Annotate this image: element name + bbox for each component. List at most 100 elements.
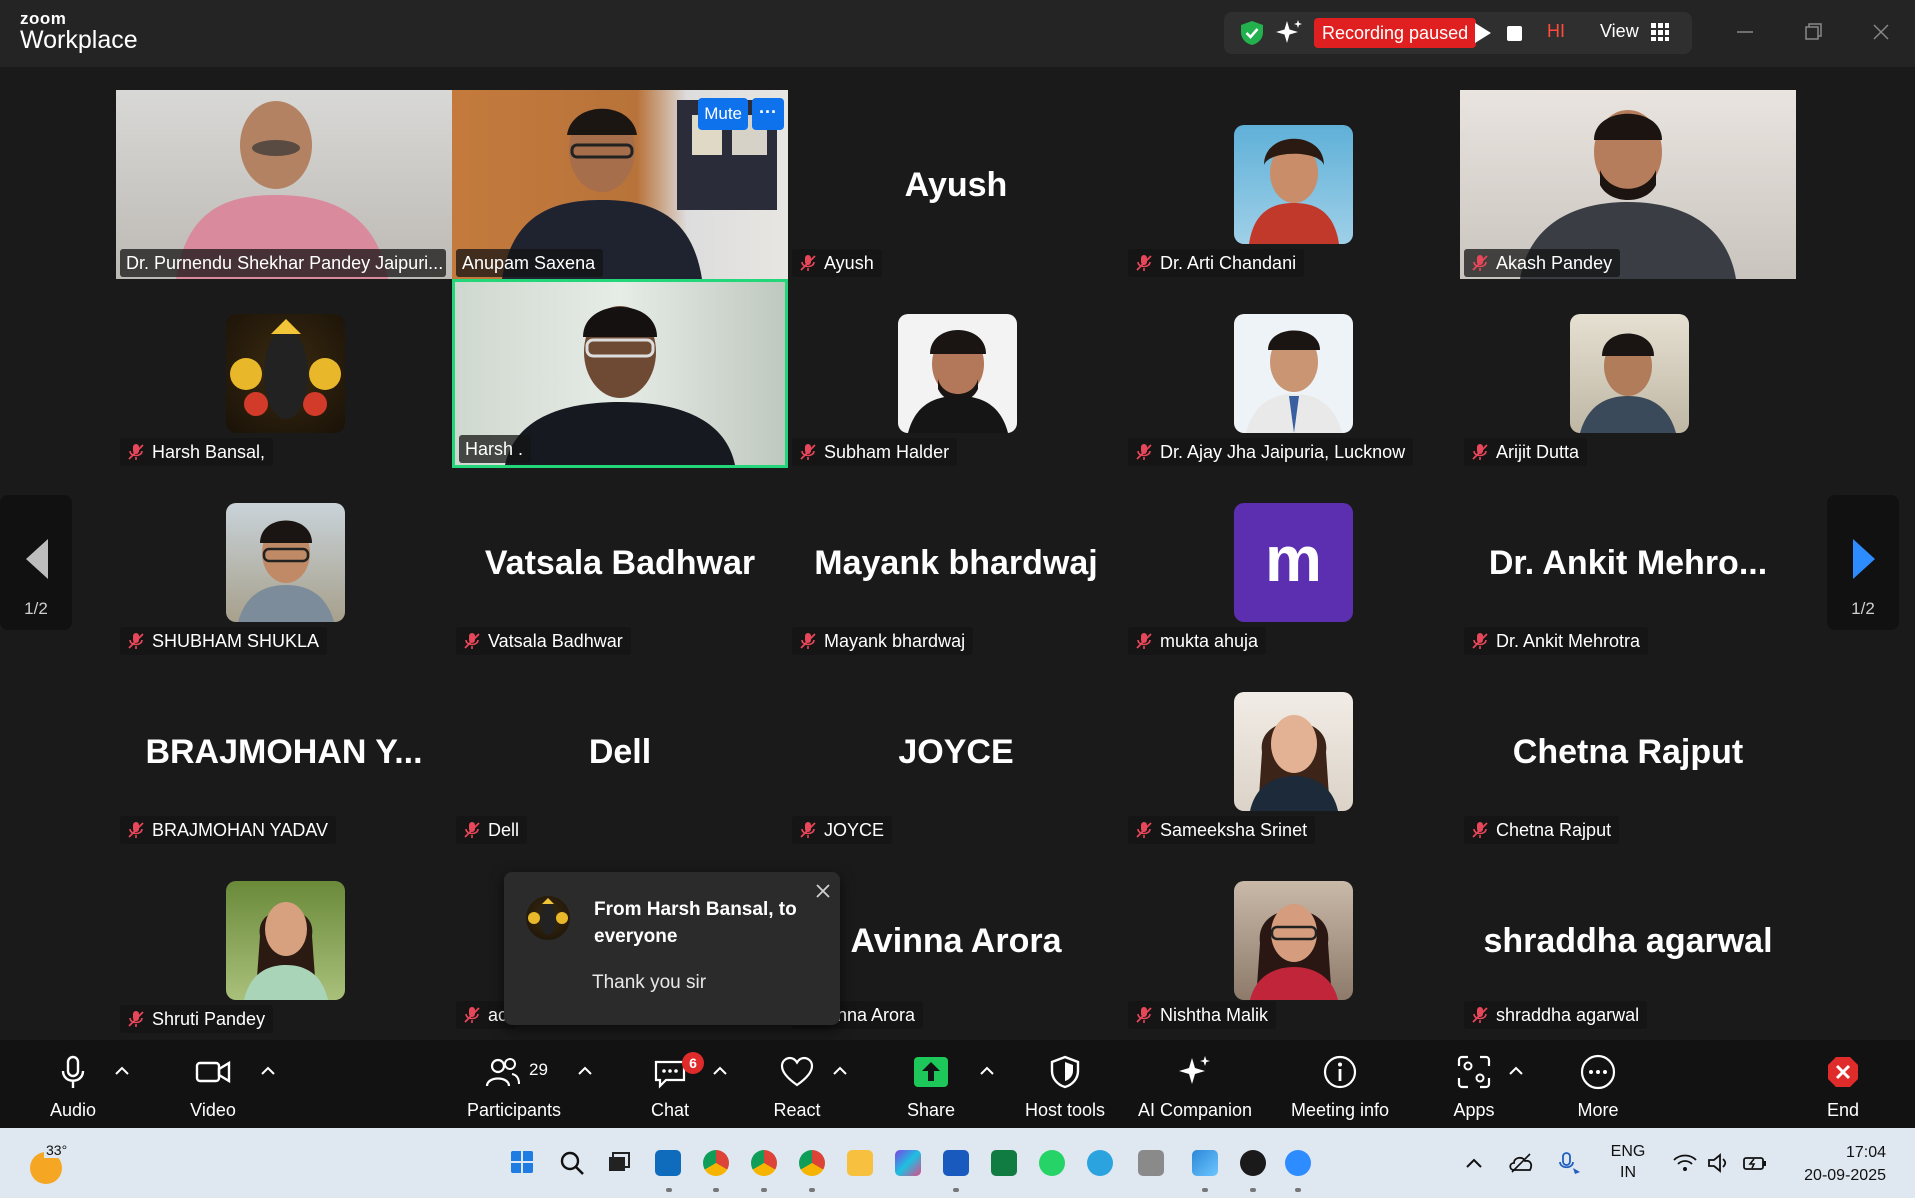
m365-copilot-icon[interactable] bbox=[895, 1150, 921, 1176]
stop-recording-icon[interactable] bbox=[1507, 26, 1522, 41]
participant-avatar bbox=[1234, 314, 1353, 433]
tile-more-button[interactable]: ··· bbox=[752, 98, 784, 130]
muted-mic-icon bbox=[800, 633, 816, 649]
restore-icon[interactable] bbox=[1795, 14, 1831, 50]
microphone-in-use-icon[interactable] bbox=[1556, 1150, 1582, 1176]
resume-recording-icon[interactable] bbox=[1474, 22, 1492, 44]
participant-tile[interactable]: SHUBHAM SHUKLA bbox=[116, 468, 452, 657]
chat-notification-title: From Harsh Bansal, to everyone bbox=[594, 899, 797, 947]
scanner-app-icon[interactable] bbox=[1138, 1150, 1164, 1176]
input-language[interactable]: ENG IN bbox=[1604, 1141, 1652, 1183]
end-meeting-button[interactable]: End bbox=[1788, 1050, 1898, 1122]
page-indicator: 1/2 bbox=[24, 599, 48, 618]
participant-tile[interactable]: Akash Pandey bbox=[1460, 90, 1796, 279]
video-options-chevron-icon[interactable] bbox=[260, 1066, 276, 1076]
chat-options-chevron-icon[interactable] bbox=[712, 1066, 728, 1076]
encryption-shield-icon[interactable] bbox=[1238, 19, 1266, 47]
view-button[interactable]: View bbox=[1600, 21, 1639, 42]
participants-button[interactable]: 29 Participants bbox=[449, 1050, 579, 1122]
chevron-up-icon[interactable] bbox=[1463, 1152, 1485, 1174]
video-button[interactable]: Video bbox=[158, 1050, 268, 1122]
participant-tile[interactable]: JOYCE JOYCE bbox=[788, 657, 1124, 846]
previous-page-button[interactable]: 1/2 bbox=[0, 495, 72, 630]
participant-tile[interactable]: Dr. Purnendu Shekhar Pandey Jaipuri... bbox=[116, 90, 452, 279]
participant-name: Dr. Arti Chandani bbox=[1160, 253, 1297, 273]
participant-tile[interactable]: Dr. Ankit Mehro... Dr. Ankit Mehrotra bbox=[1460, 468, 1796, 657]
hi-indicator[interactable]: HI bbox=[1547, 21, 1565, 42]
participant-name: Dr. Ankit Mehrotra bbox=[1496, 631, 1641, 651]
chrome-profile-2-icon[interactable] bbox=[751, 1150, 777, 1176]
outlook-icon[interactable] bbox=[655, 1150, 681, 1176]
minimize-icon[interactable] bbox=[1727, 14, 1763, 50]
chat-button[interactable]: 6 Chat bbox=[615, 1050, 725, 1122]
share-label: Share bbox=[906, 1100, 956, 1120]
file-explorer-icon[interactable] bbox=[847, 1150, 873, 1176]
participant-tile[interactable]: Mute ··· Anupam Saxena bbox=[452, 90, 788, 279]
battery-charging-icon[interactable] bbox=[1742, 1150, 1768, 1176]
volume-icon[interactable] bbox=[1706, 1150, 1732, 1176]
participant-name: Arijit Dutta bbox=[1496, 442, 1580, 462]
participant-tile[interactable]: shraddha agarwal shraddha agarwal bbox=[1460, 846, 1796, 1029]
participant-tile[interactable]: Harsh Bansal, bbox=[116, 279, 452, 468]
chat-notification-message: Thank you sir bbox=[592, 972, 707, 993]
react-button[interactable]: React bbox=[742, 1050, 852, 1122]
telegram-icon[interactable] bbox=[1087, 1150, 1113, 1176]
participant-tile[interactable]: Subham Halder bbox=[788, 279, 1124, 468]
audio-options-chevron-icon[interactable] bbox=[114, 1066, 130, 1076]
muted-mic-icon bbox=[128, 633, 144, 649]
participant-tile[interactable]: Chetna Rajput Chetna Rajput bbox=[1460, 657, 1796, 846]
grid-view-icon[interactable] bbox=[1650, 22, 1670, 42]
participant-tile[interactable]: BRAJMOHAN Y... BRAJMOHAN YADAV bbox=[116, 657, 452, 846]
host-tools-button[interactable]: Host tools bbox=[1010, 1050, 1120, 1122]
participant-tile[interactable]: m mukta ahuja bbox=[1124, 468, 1460, 657]
system-clock[interactable]: 17:04 20-09-2025 bbox=[1790, 1141, 1886, 1187]
participant-tile[interactable]: Shruti Pandey bbox=[116, 846, 452, 1035]
word-icon[interactable] bbox=[943, 1150, 969, 1176]
react-options-chevron-icon[interactable] bbox=[832, 1066, 848, 1076]
zoom-taskbar-icon[interactable] bbox=[1285, 1150, 1311, 1176]
meeting-info-button[interactable]: Meeting info bbox=[1280, 1050, 1400, 1122]
participant-tile[interactable]: Dr. Ajay Jha Jaipuria, Lucknow bbox=[1124, 279, 1460, 468]
close-icon[interactable] bbox=[814, 882, 832, 900]
mute-participant-button[interactable]: Mute bbox=[698, 98, 748, 130]
audio-button[interactable]: Audio bbox=[18, 1050, 128, 1122]
media-player-icon[interactable] bbox=[1240, 1150, 1266, 1176]
participant-tile[interactable]: Ayush Ayush bbox=[788, 90, 1124, 279]
share-screen-button[interactable]: Share bbox=[876, 1050, 986, 1122]
onedrive-cloud-icon[interactable] bbox=[1508, 1150, 1534, 1176]
share-options-chevron-icon[interactable] bbox=[979, 1066, 995, 1076]
apps-options-chevron-icon[interactable] bbox=[1508, 1066, 1524, 1076]
next-page-button[interactable]: 1/2 bbox=[1827, 495, 1899, 630]
chrome-icon[interactable] bbox=[703, 1150, 729, 1176]
chrome-profile-3-icon[interactable] bbox=[799, 1150, 825, 1176]
windows-start-icon[interactable] bbox=[510, 1150, 534, 1174]
participant-tile[interactable]: Mayank bhardwaj Mayank bhardwaj bbox=[788, 468, 1124, 657]
running-indicator bbox=[1202, 1188, 1208, 1192]
apps-button[interactable]: Apps bbox=[1419, 1050, 1529, 1122]
participant-tile[interactable]: Sameeksha Srinet bbox=[1124, 657, 1460, 846]
ai-companion-button[interactable]: AI Companion bbox=[1125, 1050, 1265, 1122]
meeting-status-bar: Recording paused HI View bbox=[1224, 12, 1692, 54]
weather-widget[interactable]: 33° bbox=[24, 1138, 74, 1188]
active-speaker-tile[interactable]: Harsh . bbox=[452, 279, 788, 468]
participant-tile[interactable]: Dell Dell bbox=[452, 657, 788, 846]
photos-icon[interactable] bbox=[1192, 1150, 1218, 1176]
wifi-icon[interactable] bbox=[1672, 1150, 1698, 1176]
whatsapp-icon[interactable] bbox=[1039, 1150, 1065, 1176]
more-button[interactable]: More bbox=[1543, 1050, 1653, 1122]
participants-options-chevron-icon[interactable] bbox=[577, 1066, 593, 1076]
participant-tile[interactable]: Vatsala Badhwar Vatsala Badhwar bbox=[452, 468, 788, 657]
participant-tile[interactable]: Dr. Arti Chandani bbox=[1124, 90, 1460, 279]
task-view-icon[interactable] bbox=[606, 1150, 632, 1176]
ai-sparkle-icon[interactable] bbox=[1274, 18, 1304, 48]
chat-notification[interactable]: From Harsh Bansal, to everyone Thank you… bbox=[504, 872, 840, 1025]
participant-tile[interactable]: Arijit Dutta bbox=[1460, 279, 1796, 468]
react-label: React bbox=[773, 1100, 821, 1120]
excel-icon[interactable] bbox=[991, 1150, 1017, 1176]
search-icon[interactable] bbox=[559, 1150, 585, 1176]
ai-companion-sparkle-icon bbox=[1179, 1056, 1210, 1084]
close-window-icon[interactable] bbox=[1863, 14, 1899, 50]
audio-label: Audio bbox=[49, 1100, 97, 1120]
participant-tile[interactable]: Nishtha Malik bbox=[1124, 846, 1460, 1029]
end-meeting-icon bbox=[1828, 1057, 1858, 1087]
